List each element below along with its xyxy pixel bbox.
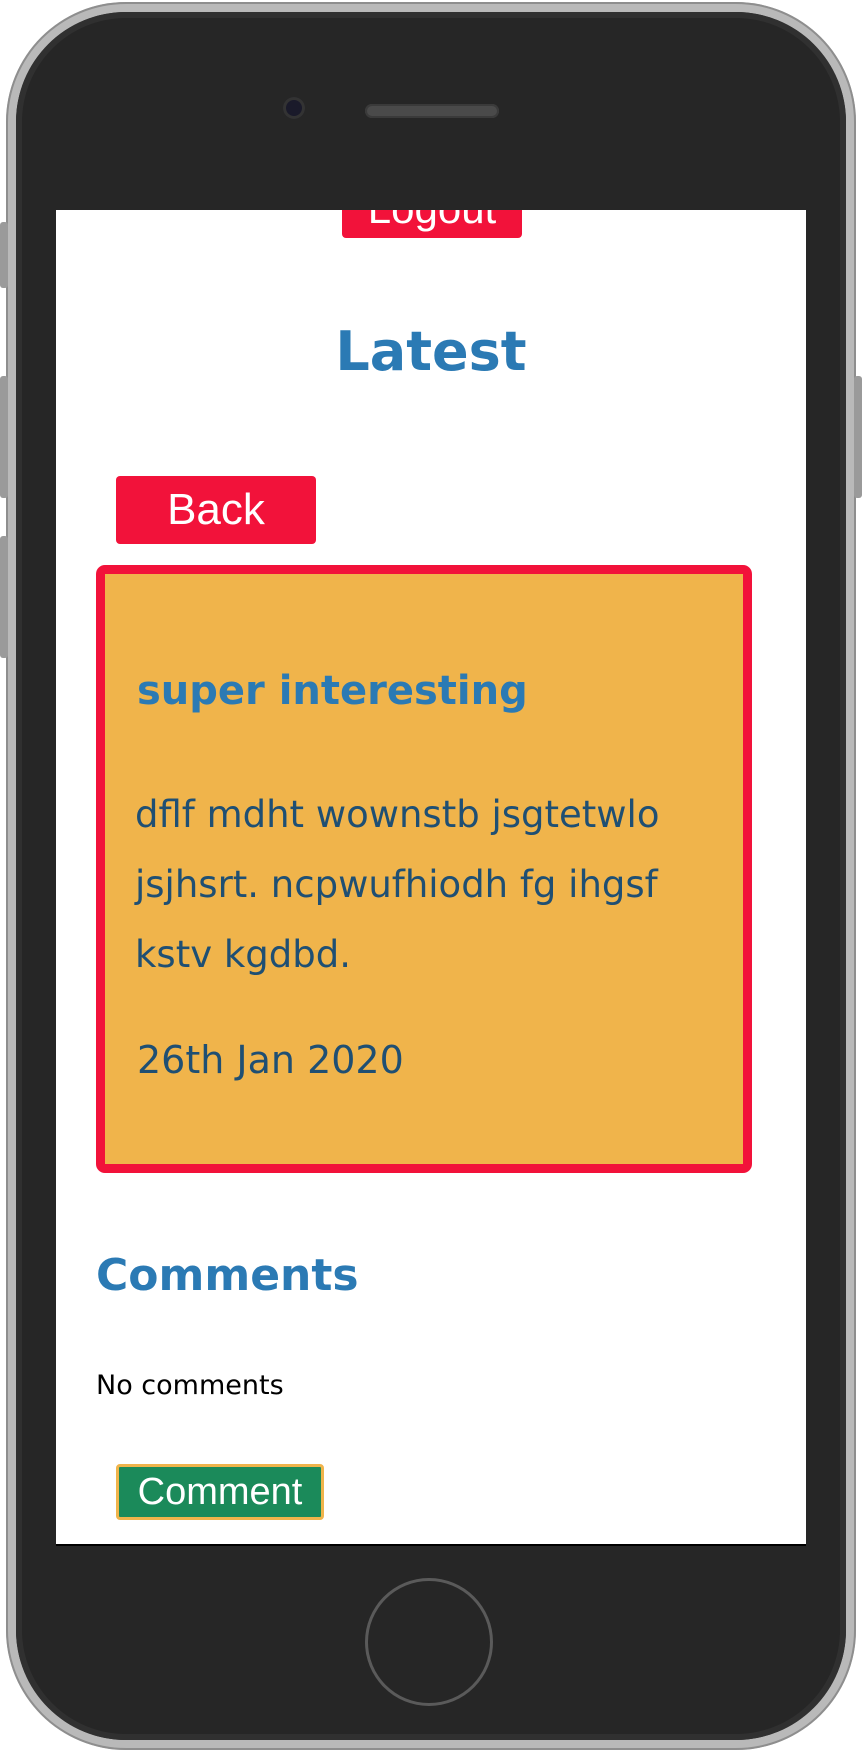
front-camera [283,97,305,119]
logout-button[interactable]: Logout [342,210,522,238]
app-screen: Logout Latest Back super interesting dfl… [56,210,806,1546]
power-button [854,376,862,498]
post-card: super interesting dflf mdht wownstb jsgt… [96,565,752,1173]
post-title: super interesting [137,668,528,714]
volume-down-button [0,536,8,658]
no-comments-text: No comments [96,1370,284,1401]
comments-heading: Comments [96,1250,359,1301]
post-date: 26th Jan 2020 [137,1038,404,1082]
page-title: Latest [335,320,527,383]
comment-button[interactable]: Comment [116,1464,324,1520]
mute-switch [0,222,8,288]
post-body: dflf mdht wownstb jsgtetwlo jsjhsrt. ncp… [135,793,660,976]
volume-up-button [0,376,8,498]
home-button[interactable] [365,1578,493,1706]
earpiece-speaker [365,104,499,118]
back-button[interactable]: Back [116,476,316,544]
